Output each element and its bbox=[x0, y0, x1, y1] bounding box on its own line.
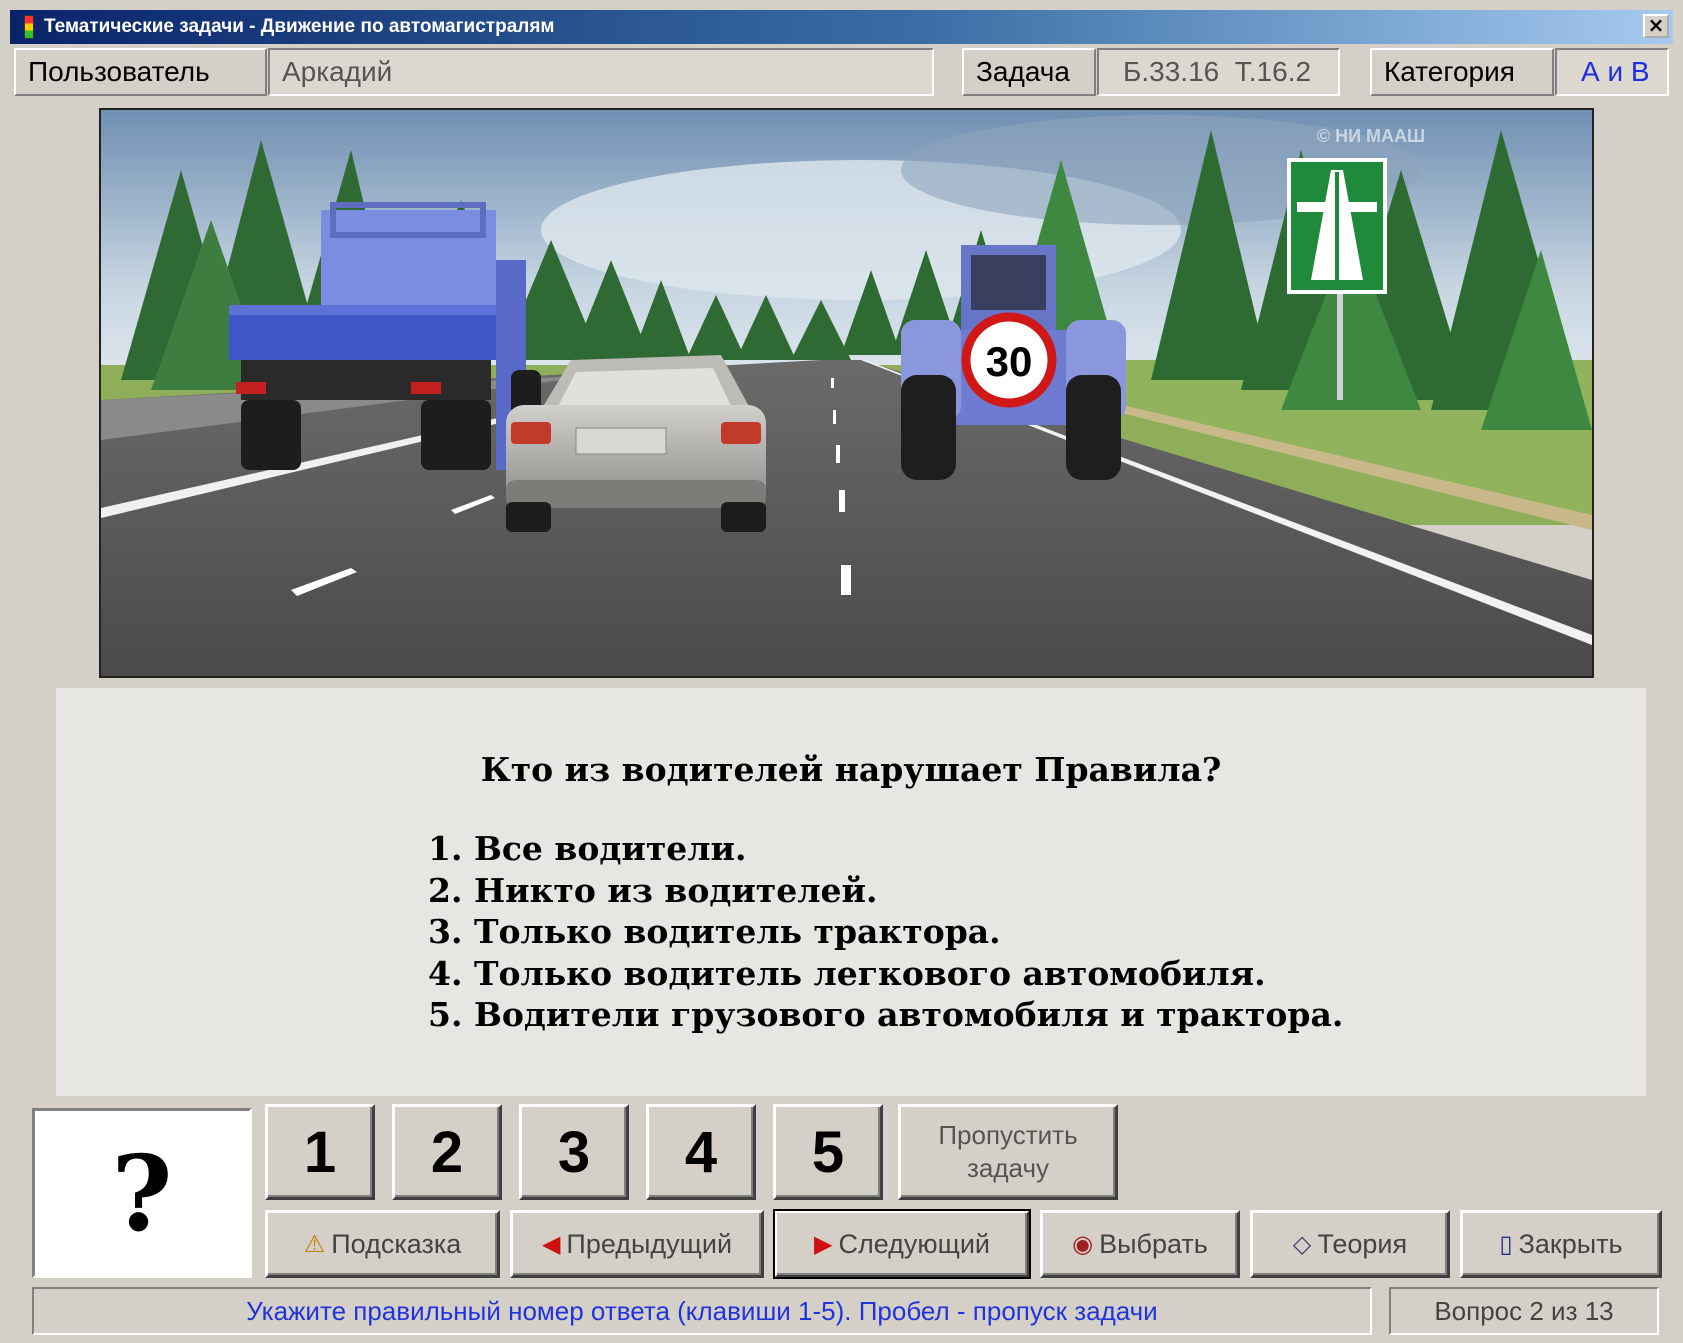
question-text: Кто из водителей нарушает Правила? bbox=[480, 750, 1222, 789]
answer-option-1: 1. Все водители. bbox=[428, 829, 747, 868]
select-button[interactable]: ◉ Выбрать bbox=[1040, 1210, 1240, 1278]
task-value: Б.33.16 Т.16.2 bbox=[1097, 48, 1340, 96]
theory-button[interactable]: ◇ Теория bbox=[1250, 1210, 1450, 1278]
close-button[interactable]: ▯ Закрыть bbox=[1460, 1210, 1662, 1278]
app-window: Тематические задачи - Движение по автома… bbox=[0, 0, 1683, 1343]
task-label: Задача bbox=[962, 48, 1096, 96]
hint-button-label: Подсказка bbox=[331, 1228, 462, 1259]
select-button-label: Выбрать bbox=[1099, 1228, 1208, 1259]
road-scene-image: 30 © НИ МААШ bbox=[99, 108, 1594, 678]
previous-button[interactable]: ◀ Предыдущий bbox=[510, 1210, 764, 1278]
answer-option-3: 3. Только водитель трактора. bbox=[428, 912, 1001, 951]
answer-button-4[interactable]: 4 bbox=[646, 1104, 756, 1200]
answer-option-4: 4. Только водитель легкового автомобиля. bbox=[428, 953, 1266, 993]
question-progress: Вопрос 2 из 13 bbox=[1389, 1287, 1659, 1335]
answer-button-3[interactable]: 3 bbox=[519, 1104, 629, 1200]
traffic-light-icon bbox=[24, 15, 34, 39]
user-label: Пользователь bbox=[14, 48, 267, 96]
title-bar[interactable]: Тематические задачи - Движение по автома… bbox=[10, 10, 1673, 44]
speed-limit-sign: 30 bbox=[986, 338, 1033, 385]
arrow-left-icon: ◀ bbox=[541, 1230, 561, 1258]
close-button-label: Закрыть bbox=[1518, 1228, 1623, 1259]
answer-indicator: ? bbox=[32, 1108, 252, 1278]
skip-task-button[interactable]: Пропустить задачу bbox=[898, 1104, 1118, 1200]
watermark: © НИ МААШ bbox=[1317, 126, 1425, 146]
arrow-right-icon: ▶ bbox=[813, 1230, 833, 1258]
book-icon: ◇ bbox=[1292, 1230, 1312, 1258]
category-label: Категория bbox=[1370, 48, 1554, 96]
answer-list: 1. Все водители. 2. Никто из водителей. … bbox=[428, 828, 1343, 1036]
warning-triangle-icon: ⚠ bbox=[303, 1230, 326, 1258]
user-value: Аркадий bbox=[268, 48, 934, 96]
answer-button-1[interactable]: 1 bbox=[265, 1104, 375, 1200]
next-button[interactable]: ▶ Следующий bbox=[773, 1209, 1031, 1279]
select-icon: ◉ bbox=[1072, 1230, 1094, 1258]
question-panel: Кто из водителей нарушает Правила? 1. Вс… bbox=[56, 688, 1646, 1096]
answer-button-2[interactable]: 2 bbox=[392, 1104, 502, 1200]
next-button-label: Следующий bbox=[838, 1228, 991, 1259]
theory-button-label: Теория bbox=[1317, 1228, 1408, 1259]
previous-button-label: Предыдущий bbox=[566, 1228, 733, 1259]
close-window-button[interactable]: × bbox=[1643, 14, 1669, 38]
answer-option-5: 5. Водители грузового автомобиля и тракт… bbox=[428, 995, 1344, 1034]
window-title: Тематические задачи - Движение по автома… bbox=[44, 16, 555, 37]
status-hint: Укажите правильный номер ответа (клавиши… bbox=[32, 1287, 1372, 1335]
exit-door-icon: ▯ bbox=[1499, 1230, 1513, 1258]
answer-option-2: 2. Никто из водителей. bbox=[428, 870, 878, 910]
answer-button-5[interactable]: 5 bbox=[773, 1104, 883, 1200]
hint-button[interactable]: ⚠ Подсказка bbox=[265, 1210, 500, 1278]
category-value: А и В bbox=[1555, 48, 1669, 96]
